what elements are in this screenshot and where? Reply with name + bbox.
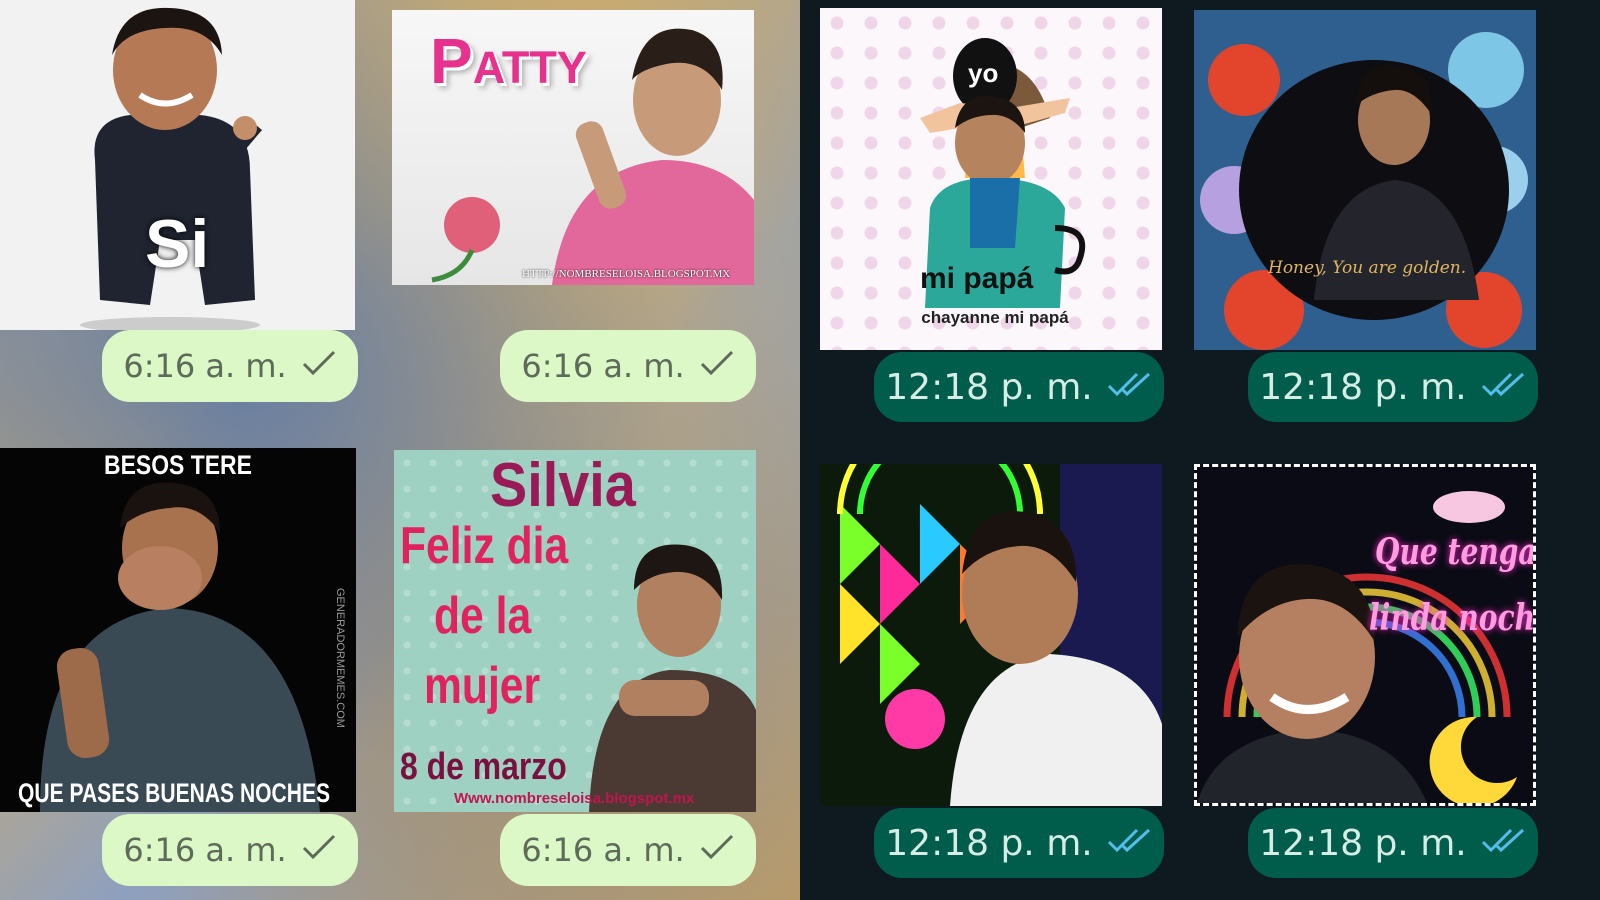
sticker-linda-noche-line1: Que tengas <box>1375 531 1536 573</box>
single-check-icon <box>301 831 337 869</box>
left-chat-panel: Si Patty HTTP://NOMBRESELOISA.BLOGSPOT.M… <box>0 0 800 900</box>
single-check-icon <box>301 347 337 385</box>
sticker-silvia-url: Www.nombreseloisa.blogspot.mx <box>454 790 695 807</box>
sticker-mi-papa[interactable]: yo mi papá chayanne mi papá <box>820 8 1162 350</box>
message-time-bubble: 6:16 a. m. <box>102 814 358 886</box>
man-photo <box>431 28 754 285</box>
double-check-icon <box>1107 823 1153 864</box>
message-time-bubble: 12:18 p. m. <box>874 352 1164 422</box>
sticker-rainbow-collage[interactable] <box>820 464 1162 806</box>
sticker-besos-watermark: GENERADORMEMES.COM <box>334 588 346 728</box>
right-chat-panel: yo mi papá chayanne mi papá Honey, You a… <box>800 0 1600 900</box>
sticker-silvia-date: 8 de marzo <box>400 746 567 788</box>
sticker-patty-url: HTTP://NOMBRESELOISA.BLOGSPOT.MX <box>522 268 731 280</box>
message-time-bubble: 12:18 p. m. <box>1248 808 1538 878</box>
message-time: 12:18 p. m. <box>885 366 1093 408</box>
double-check-icon <box>1107 367 1153 408</box>
sticker-besos-tere[interactable]: BESOS TERE QUE PASES BUENAS NOCHES GENER… <box>0 448 356 812</box>
smiley-background-image <box>1200 32 1528 350</box>
message-time-bubble: 6:16 a. m. <box>500 330 756 402</box>
message-time: 12:18 p. m. <box>885 822 1093 864</box>
double-check-icon <box>1481 823 1527 864</box>
message-time: 6:16 a. m. <box>521 347 685 385</box>
single-check-icon <box>699 831 735 869</box>
message-time: 6:16 a. m. <box>123 831 287 869</box>
sticker-linda-noche-line2: linda noche <box>1369 597 1536 639</box>
rainbow-collage-image <box>820 464 1162 806</box>
sticker-honey-caption: Honey, You are golden. <box>1268 258 1467 278</box>
single-check-icon <box>699 347 735 385</box>
message-time-bubble: 12:18 p. m. <box>874 808 1164 878</box>
sticker-besos-bottom: QUE PASES BUENAS NOCHES <box>18 778 331 808</box>
message-time: 6:16 a. m. <box>123 347 287 385</box>
message-time: 12:18 p. m. <box>1259 822 1467 864</box>
sticker-mi-papa-caption: chayanne mi papá <box>921 308 1069 327</box>
man-blowing-kiss-photo <box>40 482 320 812</box>
message-time: 12:18 p. m. <box>1259 366 1467 408</box>
double-check-icon <box>1481 367 1527 408</box>
sticker-si-text: Si <box>145 206 210 282</box>
sticker-si[interactable]: Si <box>0 0 355 330</box>
sticker-linda-noche[interactable]: Que tengas linda noche <box>1194 464 1536 806</box>
message-time-bubble: 12:18 p. m. <box>1248 352 1538 422</box>
sticker-mi-papa-label: mi papá <box>920 262 1034 295</box>
sticker-silvia[interactable]: Silvia Feliz dia de la mujer 8 de marzo … <box>394 450 756 812</box>
sticker-patty[interactable]: Patty HTTP://NOMBRESELOISA.BLOGSPOT.MX <box>392 10 754 285</box>
sticker-yo-label: yo <box>968 58 999 88</box>
message-time: 6:16 a. m. <box>521 831 685 869</box>
message-time-bubble: 6:16 a. m. <box>102 330 358 402</box>
sticker-honey[interactable]: Honey, You are golden. <box>1194 10 1536 350</box>
message-time-bubble: 6:16 a. m. <box>500 814 756 886</box>
